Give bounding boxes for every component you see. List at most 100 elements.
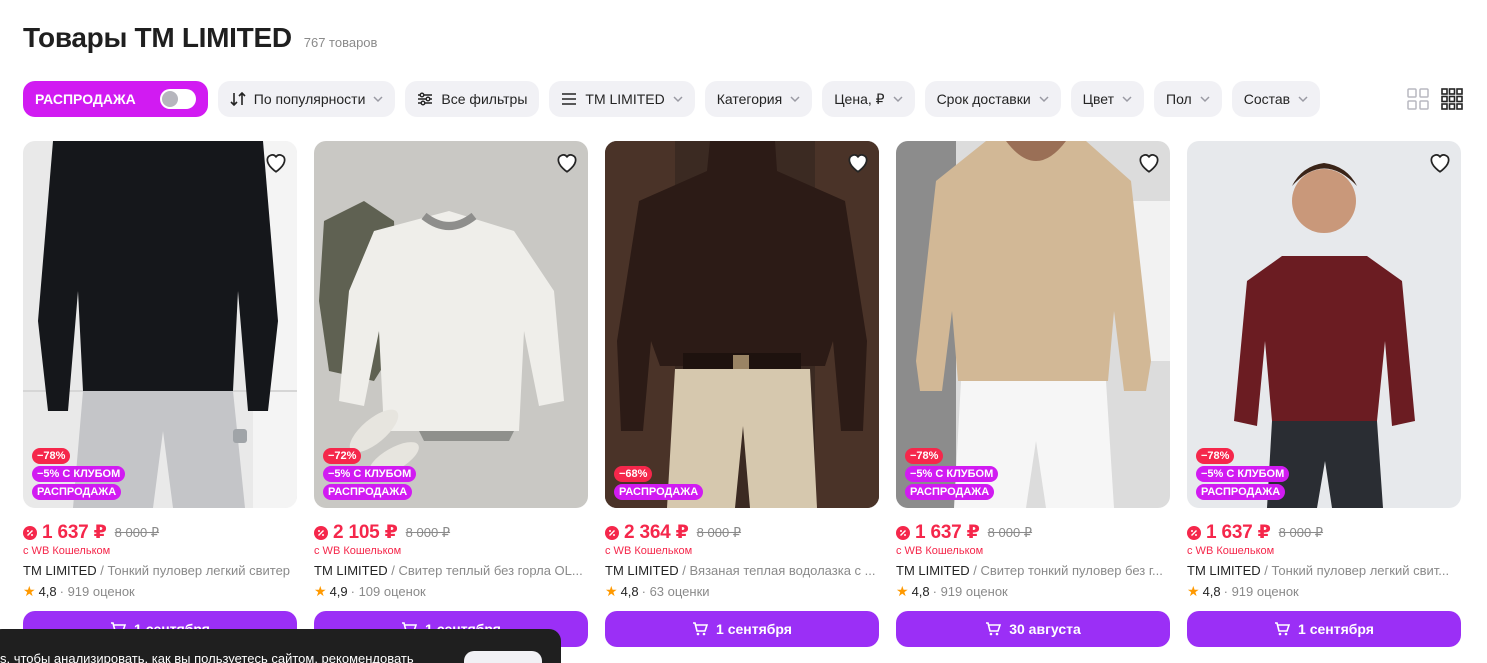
wallet-discount-icon [314,525,328,540]
product-card[interactable]: −72% −5% С КЛУБОМ РАСПРОДАЖА 2 105 ₽ 8 0… [314,141,588,647]
reviews-count: · 109 оценок [350,584,426,599]
product-desc: / Свитер теплый без горла OL... [387,563,583,578]
cart-icon [693,622,709,636]
wallet-discount-icon [605,525,619,540]
sort-dropdown[interactable]: По популярности [217,81,396,117]
product-desc: / Тонкий пуловер легкий свит... [1260,563,1450,578]
product-desc: / Свитер тонкий пуловер без г... [969,563,1163,578]
product-name[interactable]: TM LIMITED / Свитер теплый без горла OL.… [314,563,588,578]
delivery-filter-label: Срок доставки [936,91,1031,107]
product-photo[interactable]: −78% −5% С КЛУБОМ РАСПРОДАЖА [1187,141,1461,508]
reviews-count: · 919 оценок [59,584,135,599]
price-row: 1 637 ₽ 8 000 ₽ [896,521,1170,544]
price-row: 2 364 ₽ 8 000 ₽ [605,521,879,544]
favorite-icon[interactable] [1136,149,1162,175]
rating: ★ 4,9 · 109 оценок [314,583,588,600]
brand-name: TM LIMITED [314,563,388,578]
add-to-cart-button[interactable]: 1 сентября [1187,611,1461,647]
rating: ★ 4,8 · 919 оценок [896,583,1170,600]
favorite-icon[interactable] [263,149,289,175]
discount-badge: −78% [905,448,944,464]
product-photo[interactable]: −72% −5% С КЛУБОМ РАСПРОДАЖА [314,141,588,508]
sale-badge: РАСПРОДАЖА [905,484,995,500]
product-photo[interactable]: −78% −5% С КЛУБОМ РАСПРОДАЖА [23,141,297,508]
product-card[interactable]: −78% −5% С КЛУБОМ РАСПРОДАЖА 1 637 ₽ 8 0… [896,141,1170,647]
star-icon: ★ [1187,583,1200,599]
price: 2 364 ₽ [624,522,689,543]
product-name[interactable]: TM LIMITED / Свитер тонкий пуловер без г… [896,563,1170,578]
toggle-switch[interactable] [159,89,196,109]
chevron-down-icon [790,96,800,103]
page-header: Товары TM LIMITED 767 товаров [23,22,377,54]
wallet-note: с WB Кошельком [896,545,984,557]
cookie-banner: s, чтобы анализировать, как вы пользуете… [0,629,561,663]
favorite-icon[interactable] [554,149,580,175]
rating-value: 4,8 [38,584,57,599]
gender-filter[interactable]: Пол [1154,81,1222,117]
price: 1 637 ₽ [42,522,107,543]
product-card[interactable]: −78% −5% С КЛУБОМ РАСПРОДАЖА 1 637 ₽ 8 0… [1187,141,1461,647]
badges: −78% −5% С КЛУБОМ РАСПРОДАЖА [32,448,126,500]
color-filter[interactable]: Цвет [1070,81,1145,117]
cookie-accept-button[interactable] [464,651,542,663]
discount-badge: −78% [1196,448,1235,464]
page-title: Товары TM LIMITED [23,22,292,53]
old-price: 8 000 ₽ [987,524,1033,540]
rating-value: 4,8 [1202,584,1221,599]
composition-filter-label: Состав [1243,91,1291,107]
product-image [605,141,879,508]
discount-badge: −68% [614,466,653,482]
club-badge: −5% С КЛУБОМ [323,466,417,482]
product-card[interactable]: −78% −5% С КЛУБОМ РАСПРОДАЖА 1 637 ₽ 8 0… [23,141,297,647]
product-name[interactable]: TM LIMITED / Вязаная теплая водолазка с … [605,563,879,578]
wallet-note: с WB Кошельком [23,545,111,557]
chevron-down-icon [893,96,903,103]
product-photo[interactable]: −78% −5% С КЛУБОМ РАСПРОДАЖА [896,141,1170,508]
chevron-down-icon [1039,96,1049,103]
old-price: 8 000 ₽ [114,524,160,540]
sale-badge: РАСПРОДАЖА [1196,484,1286,500]
star-icon: ★ [896,583,909,599]
club-badge: −5% С КЛУБОМ [1196,466,1290,482]
category-filter[interactable]: Категория [704,81,813,117]
grid-2x2-icon[interactable] [1407,88,1429,110]
rating-value: 4,9 [329,584,348,599]
category-filter-label: Категория [716,91,783,107]
price-row: 2 105 ₽ 8 000 ₽ [314,521,588,544]
reviews-count: · 919 оценок [932,584,1008,599]
brand-name: TM LIMITED [23,563,97,578]
brand-name: TM LIMITED [896,563,970,578]
reviews-count: · 63 оценки [641,584,710,599]
price-row: 1 637 ₽ 8 000 ₽ [23,521,297,544]
product-name[interactable]: TM LIMITED / Тонкий пуловер легкий свите… [23,563,297,578]
composition-filter[interactable]: Состав [1231,81,1321,117]
brand-filter[interactable]: TM LIMITED [549,81,695,117]
reviews-count: · 919 оценок [1223,584,1299,599]
product-count: 767 товаров [303,35,378,50]
product-photo[interactable]: −68% РАСПРОДАЖА [605,141,879,508]
sale-toggle[interactable]: РАСПРОДАЖА [23,81,208,117]
wallet-discount-icon [1187,525,1201,540]
brand-filter-label: TM LIMITED [585,91,665,107]
discount-badge: −78% [32,448,71,464]
product-name[interactable]: TM LIMITED / Тонкий пуловер легкий свит.… [1187,563,1461,578]
price-filter[interactable]: Цена, ₽ [822,81,915,117]
delivery-date: 1 сентября [716,621,792,637]
badges: −68% РАСПРОДАЖА [614,466,704,500]
discount-badge: −72% [323,448,362,464]
add-to-cart-button[interactable]: 30 августа [896,611,1170,647]
all-filters-button[interactable]: Все фильтры [405,81,540,117]
favorite-icon[interactable] [845,149,871,175]
rating: ★ 4,8 · 63 оценки [605,583,879,600]
sort-icon [230,91,246,107]
color-filter-label: Цвет [1082,91,1115,107]
club-badge: −5% С КЛУБОМ [905,466,999,482]
product-card[interactable]: −68% РАСПРОДАЖА 2 364 ₽ 8 000 ₽ с WB Кош… [605,141,879,647]
grid-3x3-icon[interactable] [1441,88,1463,110]
delivery-filter[interactable]: Срок доставки [924,81,1061,117]
star-icon: ★ [23,583,36,599]
cart-icon [1275,622,1291,636]
add-to-cart-button[interactable]: 1 сентября [605,611,879,647]
price: 1 637 ₽ [915,522,980,543]
favorite-icon[interactable] [1427,149,1453,175]
